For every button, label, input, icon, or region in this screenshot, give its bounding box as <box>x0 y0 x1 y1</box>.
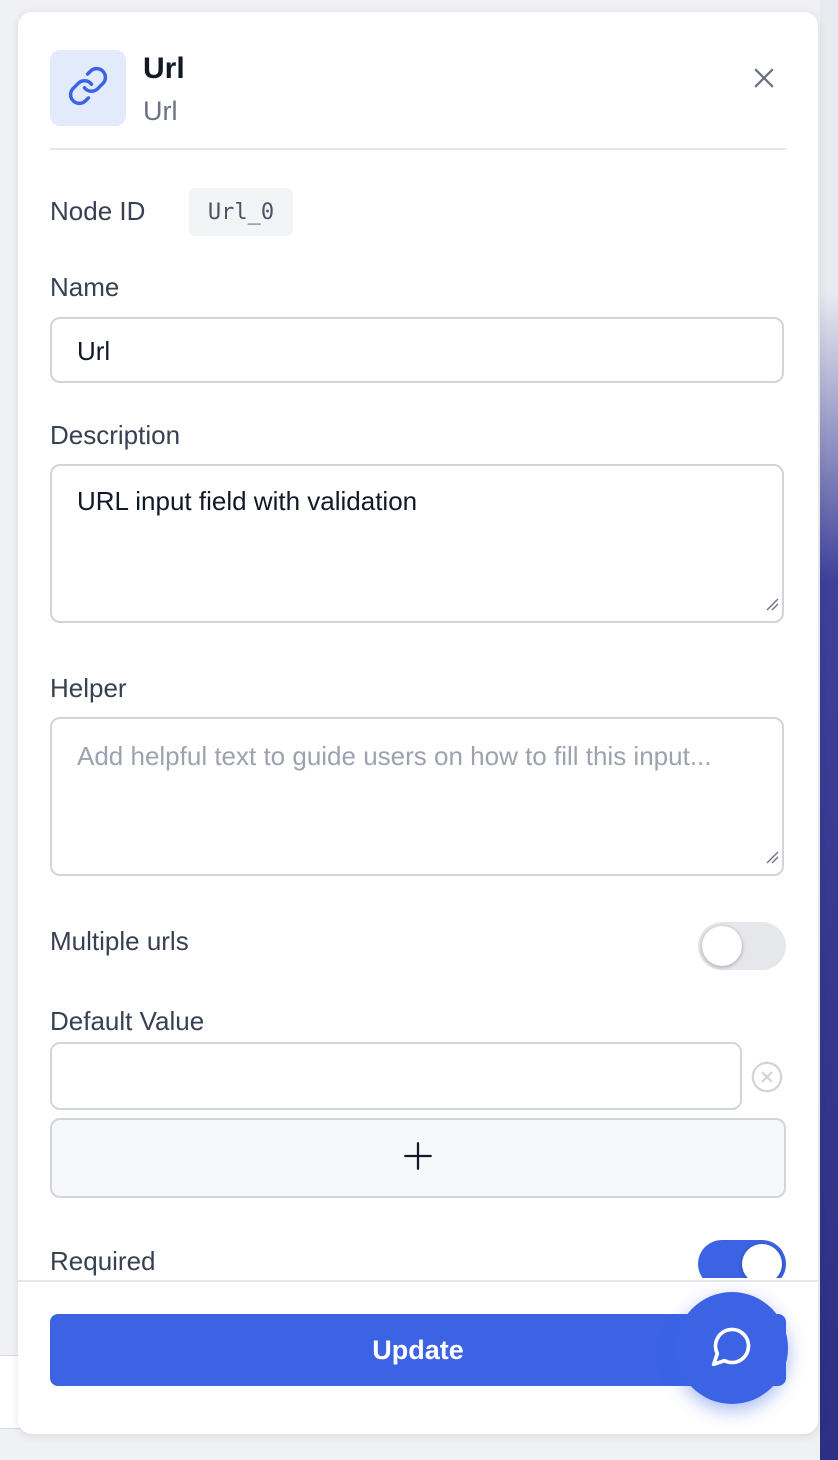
node-settings-panel: Url Url Node ID Url_0 Name Url Descripti… <box>18 12 818 1434</box>
description-label: Description <box>50 420 181 450</box>
node-id-label: Node ID <box>50 196 146 226</box>
panel-header: Url Url <box>50 50 786 150</box>
multiple-urls-label: Multiple urls <box>50 926 189 956</box>
name-label: Name <box>50 272 120 302</box>
resize-handle-icon[interactable] <box>765 587 779 618</box>
node-type-icon-box <box>50 50 126 126</box>
close-icon <box>750 64 778 97</box>
close-button[interactable] <box>742 58 786 102</box>
toggle-knob <box>742 1244 782 1278</box>
add-default-value-button[interactable] <box>50 1118 786 1198</box>
multiple-urls-toggle[interactable] <box>698 922 786 970</box>
required-toggle[interactable] <box>698 1240 786 1278</box>
toggle-knob <box>702 926 742 966</box>
scroll-clip-area: Required <box>18 1238 818 1278</box>
helper-textarea[interactable]: Add helpful text to guide users on how t… <box>50 717 784 876</box>
panel-subtitle: Url <box>143 96 178 126</box>
node-id-badge: Url_0 <box>189 188 293 236</box>
description-textarea[interactable]: URL input field with validation <box>50 464 784 623</box>
link-icon <box>67 65 109 112</box>
panel-title: Url <box>143 52 185 85</box>
resize-handle-icon[interactable] <box>765 840 779 871</box>
name-input[interactable]: Url <box>50 317 784 383</box>
default-value-input[interactable] <box>50 1042 742 1110</box>
helper-label: Helper <box>50 673 127 703</box>
required-label: Required <box>50 1246 156 1276</box>
chat-button[interactable] <box>676 1292 788 1404</box>
clear-circle-icon[interactable] <box>750 1060 784 1099</box>
header-divider <box>50 148 786 150</box>
chat-bubble-icon <box>710 1324 754 1373</box>
default-value-label: Default Value <box>50 1006 205 1036</box>
plus-icon <box>401 1139 435 1178</box>
background-canvas <box>820 0 838 1460</box>
helper-placeholder: Add helpful text to guide users on how t… <box>77 741 712 771</box>
footer-divider <box>18 1280 818 1282</box>
description-textarea-value: URL input field with validation <box>77 486 418 516</box>
name-input-value: Url <box>77 336 111 366</box>
